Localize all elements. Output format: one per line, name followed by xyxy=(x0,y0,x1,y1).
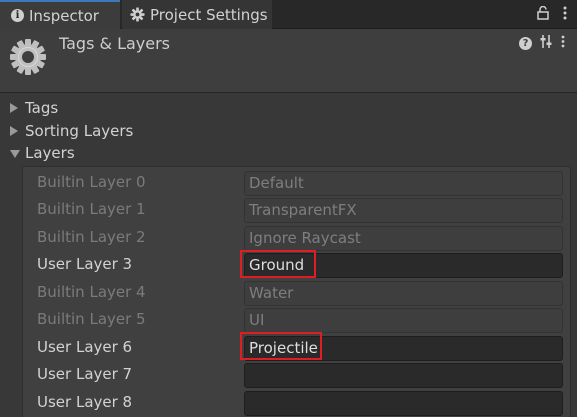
tab-project-settings-label: Project Settings xyxy=(150,5,268,24)
layer-name-field: Ignore Raycast xyxy=(244,226,563,251)
foldout-tags-label: Tags xyxy=(25,99,59,117)
layer-label: Builtin Layer 4 xyxy=(37,283,146,301)
layer-label: User Layer 8 xyxy=(37,393,133,411)
settings-gear-icon xyxy=(8,37,48,81)
kebab-menu-icon[interactable] xyxy=(563,6,567,24)
layer-name-field: Default xyxy=(244,171,563,196)
highlight-box-projectile xyxy=(240,332,322,360)
layer-label: Builtin Layer 2 xyxy=(37,228,146,246)
gear-icon xyxy=(130,7,145,22)
tab-inspector[interactable]: i Inspector xyxy=(0,0,120,29)
kebab-menu-icon[interactable] xyxy=(561,35,565,52)
layer-name-input[interactable] xyxy=(244,391,563,416)
foldout-sorting-layers-label: Sorting Layers xyxy=(25,122,134,140)
layer-name-field: UI xyxy=(244,308,563,333)
layer-name-field: TransparentFX xyxy=(244,198,563,223)
lock-icon[interactable] xyxy=(537,5,549,24)
tab-bar: i Inspector Project Settings xyxy=(0,0,577,29)
layer-name-input[interactable] xyxy=(244,363,563,388)
inspector-header: Tags & Layers ? xyxy=(0,29,577,93)
layer-row: Builtin Layer 1 TransparentFX xyxy=(23,196,570,223)
layers-panel: Builtin Layer 0 Default Builtin Layer 1 … xyxy=(22,166,571,417)
foldout-layers[interactable]: Layers xyxy=(10,142,75,164)
collapsed-arrow-icon xyxy=(10,103,18,113)
foldout-sorting-layers[interactable]: Sorting Layers xyxy=(10,120,133,142)
layer-label: User Layer 7 xyxy=(37,365,133,383)
header-tools: ? xyxy=(519,35,565,52)
layer-label: Builtin Layer 5 xyxy=(37,310,146,328)
tab-project-settings[interactable]: Project Settings xyxy=(122,0,272,29)
layer-row: User Layer 7 xyxy=(23,361,570,388)
layer-row: Builtin Layer 4 Water xyxy=(23,279,570,306)
foldout-tags[interactable]: Tags xyxy=(10,97,58,119)
collapsed-arrow-icon xyxy=(10,126,18,136)
layer-label: User Layer 6 xyxy=(37,338,133,356)
help-icon[interactable]: ? xyxy=(519,37,532,50)
layer-label: User Layer 3 xyxy=(37,255,133,273)
foldout-layers-label: Layers xyxy=(25,144,75,162)
layer-row: Builtin Layer 0 Default xyxy=(23,169,570,196)
layer-name-field: Water xyxy=(244,281,563,306)
page-title: Tags & Layers xyxy=(59,34,171,53)
presets-icon[interactable] xyxy=(540,35,553,52)
layer-label: Builtin Layer 0 xyxy=(37,173,146,191)
layer-row: User Layer 8 xyxy=(23,389,570,416)
tab-inspector-label: Inspector xyxy=(29,6,99,25)
info-icon: i xyxy=(11,9,24,22)
layer-label: Builtin Layer 1 xyxy=(37,200,146,218)
layer-row: Builtin Layer 5 UI xyxy=(23,306,570,333)
highlight-box-ground xyxy=(240,250,316,278)
layer-row: Builtin Layer 2 Ignore Raycast xyxy=(23,224,570,251)
tab-tools xyxy=(537,0,567,29)
expanded-arrow-icon xyxy=(10,150,20,158)
